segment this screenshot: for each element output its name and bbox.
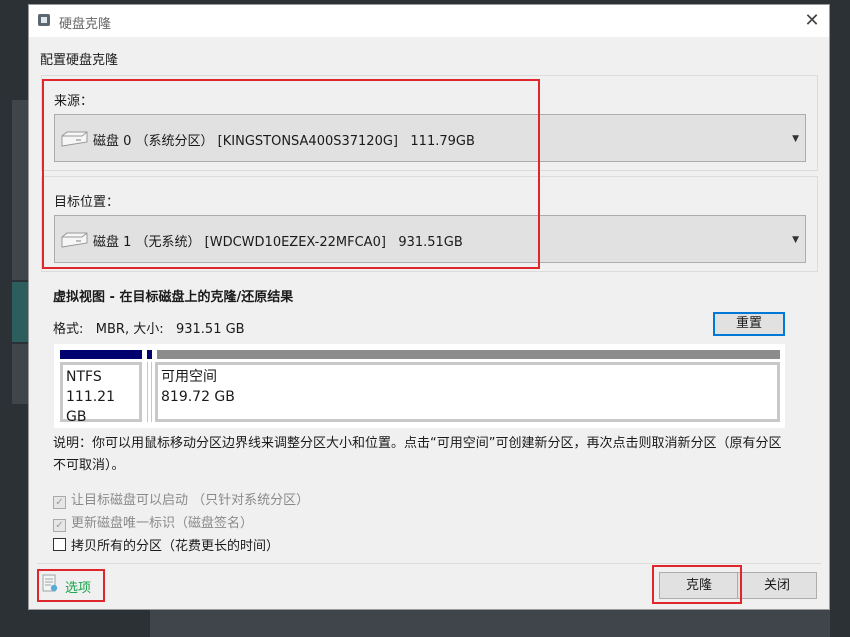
disk-format-info: 格式: MBR, 大小: 931.51 GB (53, 322, 245, 337)
window-title: 硬盘克隆 (59, 17, 112, 32)
source-target-highlight (42, 79, 540, 269)
update-signature-checkbox-row[interactable]: ✓ 更新磁盘唯一标识（磁盘签名） (53, 512, 253, 532)
partition-size-label: 111.21 GB (66, 389, 115, 425)
ntfs-partition[interactable]: NTFS 111.21 GB (60, 362, 142, 425)
chevron-down-icon: ▼ (792, 134, 799, 144)
background-app-bottom (150, 606, 830, 637)
background-app-right (828, 0, 850, 637)
close-icon[interactable]: ✕ (801, 9, 823, 33)
check-icon: ✓ (53, 496, 66, 509)
close-button[interactable]: 关闭 (737, 572, 817, 599)
title-bar: 硬盘克隆 ✕ (29, 5, 829, 37)
ntfs-partition-bar (60, 350, 142, 359)
update-signature-checkbox-label: 更新磁盘唯一标识（磁盘签名） (71, 516, 254, 531)
reset-button[interactable]: 重置 (713, 312, 785, 336)
free-space-bar (157, 350, 780, 359)
clone-highlight (652, 565, 742, 604)
target-disk-map: NTFS 111.21 GB 可用空间 819.72 GB (54, 344, 785, 428)
partition-boundary-bar (147, 350, 152, 359)
app-icon (38, 14, 50, 26)
partition-fs-label: NTFS (66, 369, 102, 385)
chevron-down-icon: ▼ (792, 235, 799, 245)
footer-divider (37, 563, 821, 564)
bootable-checkbox-row[interactable]: ✓ 让目标磁盘可以启动 （只针对系统分区） (53, 489, 309, 509)
options-highlight (37, 569, 105, 602)
free-space-partition[interactable]: 可用空间 819.72 GB (155, 362, 780, 422)
partition-size-label: 819.72 GB (161, 389, 235, 405)
copy-all-partitions-label: 拷贝所有的分区（花费更长的时间） (71, 539, 280, 554)
check-icon: ✓ (53, 519, 66, 532)
instructions-note: 说明：你可以用鼠标移动分区边界线来调整分区大小和位置。点击“可用空间”可创建新分… (53, 436, 782, 473)
page-title: 配置硬盘克隆 (40, 53, 119, 68)
checkbox[interactable] (53, 538, 66, 551)
partition-fs-label: 可用空间 (161, 369, 217, 385)
partition-resize-handle[interactable] (147, 362, 152, 422)
copy-all-partitions-checkbox-row[interactable]: 拷贝所有的分区（花费更长的时间） (53, 535, 279, 554)
virtual-view-title: 虚拟视图 - 在目标磁盘上的克隆/还原结果 (53, 290, 294, 305)
disk-clone-dialog: 硬盘克隆 ✕ 配置硬盘克隆 来源： 磁盘 0 （系统分区） [KINGSTONS… (28, 4, 830, 610)
bootable-checkbox-label: 让目标磁盘可以启动 （只针对系统分区） (71, 493, 310, 508)
